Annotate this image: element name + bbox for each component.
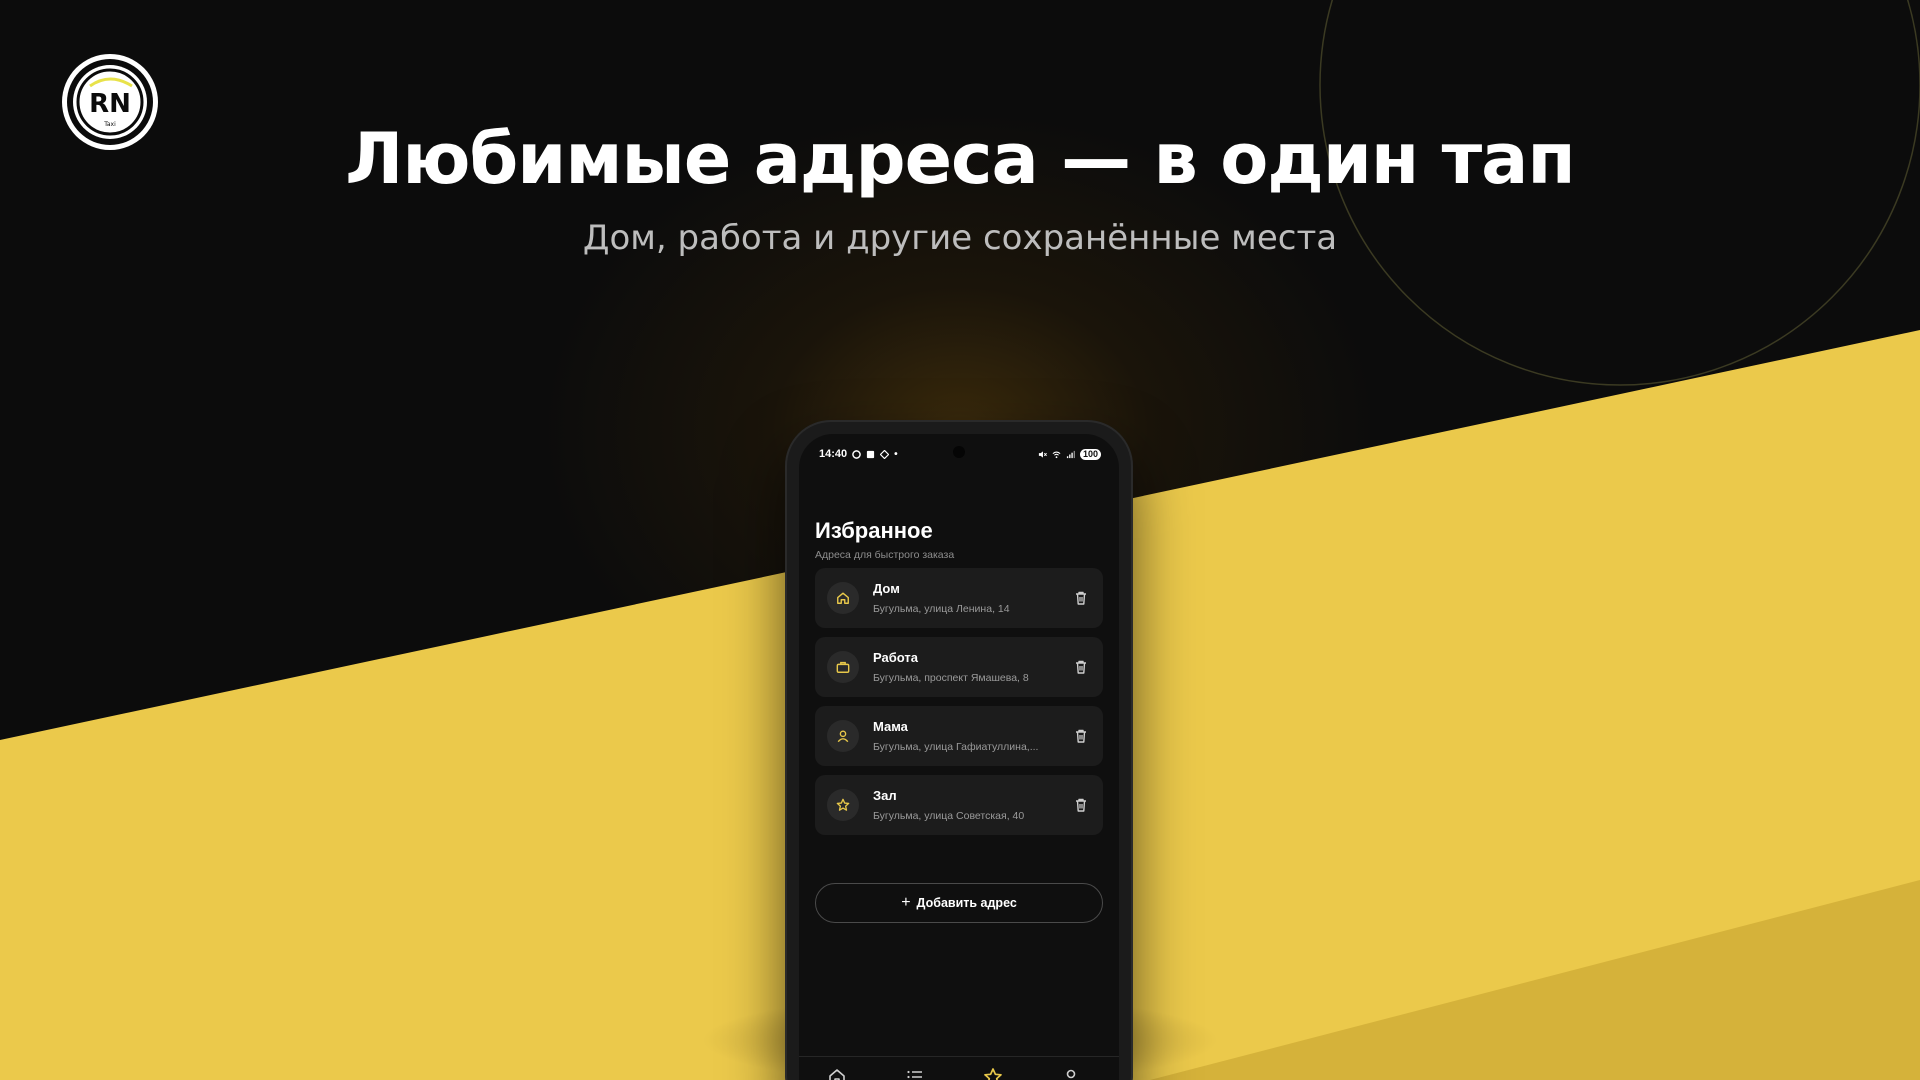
- favorite-address: Бугульма, улица Гафиатуллина,...: [873, 741, 1039, 753]
- person-icon: [837, 730, 849, 743]
- task-icon: [867, 450, 875, 458]
- wifi-icon: [1052, 450, 1061, 458]
- trash-icon[interactable]: [1073, 728, 1089, 744]
- favorites-list: Дом Бугульма, улица Ленина, 14 Работа Бу…: [815, 568, 1103, 844]
- hero-title: Любимые адреса — в один тап: [345, 118, 1576, 200]
- favorite-name: Дом: [873, 581, 900, 596]
- signal-icon: [1066, 450, 1075, 458]
- dot-icon: •: [894, 448, 898, 460]
- trash-icon[interactable]: [1073, 797, 1089, 813]
- battery-indicator: 100: [1079, 448, 1101, 460]
- favorite-item-work[interactable]: Работа Бугульма, проспект Ямашева, 8: [815, 637, 1103, 697]
- diamond-icon: [880, 449, 890, 459]
- home-icon: [829, 1069, 845, 1080]
- add-address-label: Добавить адрес: [916, 896, 1017, 910]
- mute-icon: [1038, 450, 1047, 458]
- favorite-item-mom[interactable]: Мама Бугульма, улица Гафиатуллина,...: [815, 706, 1103, 766]
- favorite-icon-badge: [827, 651, 859, 683]
- plus-icon: +: [901, 894, 911, 911]
- trash-icon[interactable]: [1073, 659, 1089, 675]
- favorite-address: Бугульма, проспект Ямашева, 8: [873, 672, 1029, 684]
- favorite-address: Бугульма, улица Советская, 40: [873, 810, 1025, 822]
- favorite-name: Мама: [873, 719, 908, 734]
- phone-screen: 14:40 • 100 Избранное Адреса для быстрог…: [799, 434, 1119, 1080]
- star-icon: [984, 1068, 1002, 1080]
- promo-stage: RN Taxi Любимые адреса — в один тап Дом,…: [0, 0, 1920, 1080]
- tab-favorites[interactable]: [963, 1067, 1023, 1080]
- list-icon: [907, 1070, 922, 1079]
- home-icon: [837, 592, 849, 604]
- tab-home[interactable]: [807, 1067, 867, 1080]
- trash-icon[interactable]: [1073, 590, 1089, 606]
- bottom-tab-bar: [799, 1056, 1119, 1080]
- message-icon: [852, 449, 861, 459]
- favorite-address: Бугульма, улица Ленина, 14: [873, 603, 1010, 615]
- phone-mockup: 14:40 • 100 Избранное Адреса для быстрог…: [785, 420, 1133, 1080]
- favorite-icon-badge: [827, 582, 859, 614]
- briefcase-icon: [836, 661, 850, 673]
- tab-profile[interactable]: [1041, 1067, 1101, 1080]
- status-time: 14:40: [819, 448, 848, 460]
- favorite-icon-badge: [827, 789, 859, 821]
- favorite-item-gym[interactable]: Зал Бугульма, улица Советская, 40: [815, 775, 1103, 835]
- person-icon: [1066, 1069, 1076, 1079]
- add-address-button[interactable]: + Добавить адрес: [815, 883, 1103, 923]
- favorite-name: Зал: [873, 788, 897, 803]
- favorite-name: Работа: [873, 650, 918, 665]
- page-title: Избранное: [815, 518, 933, 543]
- status-bar: 14:40 • 100: [819, 446, 1101, 462]
- star-icon: [836, 798, 850, 811]
- favorite-item-home[interactable]: Дом Бугульма, улица Ленина, 14: [815, 568, 1103, 628]
- page-subtitle: Адреса для быстрого заказа: [815, 549, 955, 561]
- svg-text:RN: RN: [89, 89, 131, 119]
- tab-list[interactable]: [885, 1067, 945, 1080]
- hero-subtitle: Дом, работа и другие сохранённые места: [582, 218, 1338, 258]
- favorite-icon-badge: [827, 720, 859, 752]
